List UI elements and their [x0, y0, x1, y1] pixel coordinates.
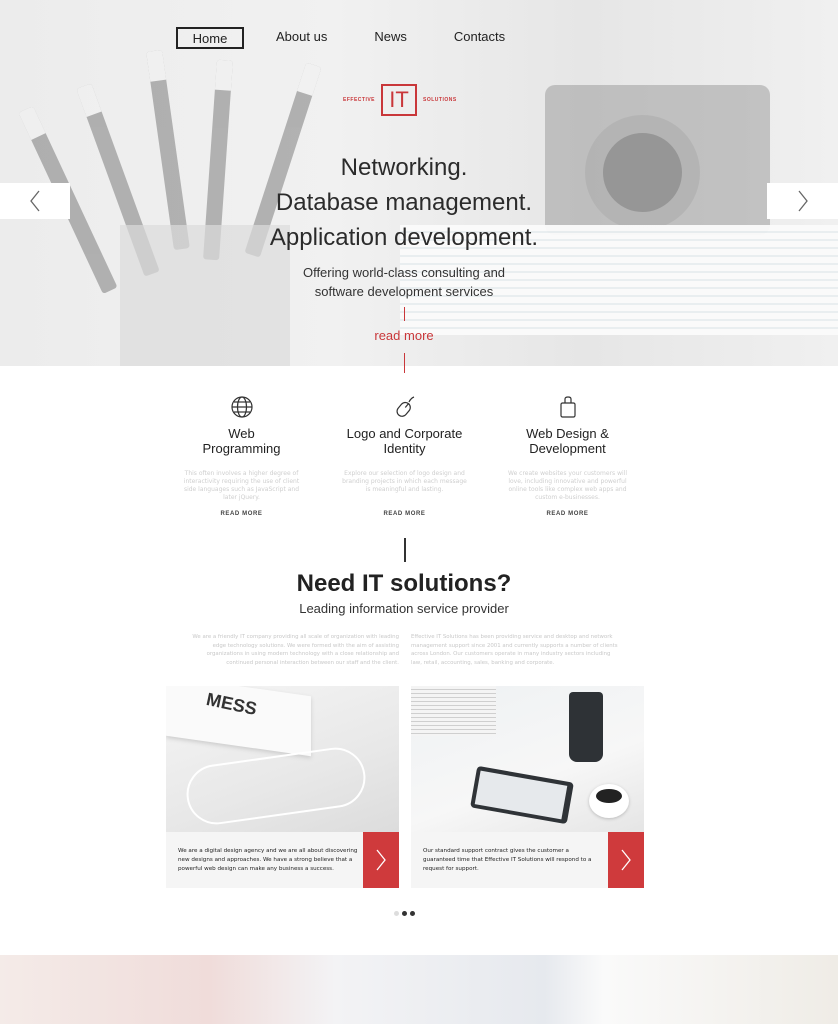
service-read-more-link[interactable]: READ MORE [546, 511, 588, 517]
nav-news[interactable]: News [374, 27, 407, 49]
card-image-workspace [411, 686, 644, 832]
hero-subheadline: Offering world-class consulting and soft… [0, 263, 808, 301]
service-read-more-link[interactable]: READ MORE [220, 511, 262, 517]
hero-sub-line: Offering world-class consulting and [302, 265, 506, 280]
hero-divider-bottom [404, 353, 405, 373]
card-caption: Our standard support contract gives the … [423, 848, 592, 872]
section-subtitle: Leading information service provider [299, 601, 509, 616]
hero-headline: Networking. Database management. Applica… [0, 150, 808, 255]
service-title: Web Programming [202, 426, 281, 456]
service-read-more-link[interactable]: READ MORE [383, 511, 425, 517]
service-title: Web Design & Development [526, 426, 609, 456]
chevron-right-icon [621, 849, 631, 871]
hero-line: Networking. [340, 154, 468, 181]
hero-line: Application development. [269, 224, 539, 251]
card-next-button[interactable] [363, 832, 399, 888]
card-next-button[interactable] [608, 832, 644, 888]
pagination-dot-active[interactable] [402, 911, 407, 916]
feature-card: Our standard support contract gives the … [411, 686, 644, 888]
mouse-icon [395, 396, 414, 417]
about-text-right: Effective IT Solutions has been providin… [411, 634, 618, 666]
slider-next-button[interactable] [767, 183, 838, 219]
globe-icon [230, 396, 253, 418]
feature-cards: MESS We are a digital design agency and … [166, 686, 644, 888]
logo-right-text: SOLUTIONS [423, 97, 457, 103]
chevron-right-icon [797, 190, 808, 212]
section-divider [404, 538, 406, 562]
bottom-banner-image [0, 955, 838, 1024]
service-description: Explore our selection of logo design and… [342, 470, 467, 493]
logo-left-text: EFFECTIVE [343, 97, 376, 103]
shopping-bag-icon [559, 396, 576, 418]
slider-prev-button[interactable] [0, 183, 70, 219]
card-caption: We are a digital design agency and we ar… [178, 848, 358, 872]
site-logo[interactable]: EFFECTIVE IT SOLUTIONS [343, 84, 457, 116]
card-image-earphones: MESS [166, 686, 399, 832]
chevron-left-icon [30, 190, 40, 212]
pagination-dot[interactable] [410, 911, 415, 916]
about-columns: We are a friendly IT company providing a… [190, 633, 620, 667]
about-text-left: We are a friendly IT company providing a… [192, 634, 399, 666]
main-nav: Home About us Services News Contacts [176, 27, 505, 49]
service-item: Logo and Corporate Identity Explore our s… [323, 392, 486, 519]
service-description: This often involves a higher degree of i… [183, 470, 300, 501]
nav-home[interactable]: Home [176, 27, 244, 49]
feature-card: MESS We are a digital design agency and … [166, 686, 399, 888]
service-title: Logo and Corporate Identity [346, 426, 463, 456]
section-title: Need IT solutions? [296, 570, 512, 597]
hero-line: Database management. [275, 189, 533, 216]
hero-divider-top [404, 307, 405, 321]
hero-slider: Home About us Services News Contacts EFF… [0, 0, 838, 366]
service-item: Web Design & Development We create websit… [486, 392, 649, 519]
logo-mark: IT [381, 84, 418, 116]
pagination-dot[interactable] [394, 911, 399, 916]
chevron-right-icon [376, 849, 386, 871]
nav-contacts[interactable]: Contacts [454, 27, 505, 49]
hero-read-more-link[interactable]: read more [0, 328, 808, 343]
service-description: We create websites your customers will l… [507, 470, 627, 501]
service-item: Web Programming This often involves a hig… [160, 392, 323, 519]
hero-sub-line: software development services [314, 284, 494, 299]
nav-about-us[interactable]: About us [276, 27, 327, 49]
carousel-pagination [394, 911, 415, 916]
services-section: Web Programming This often involves a hig… [160, 392, 650, 519]
